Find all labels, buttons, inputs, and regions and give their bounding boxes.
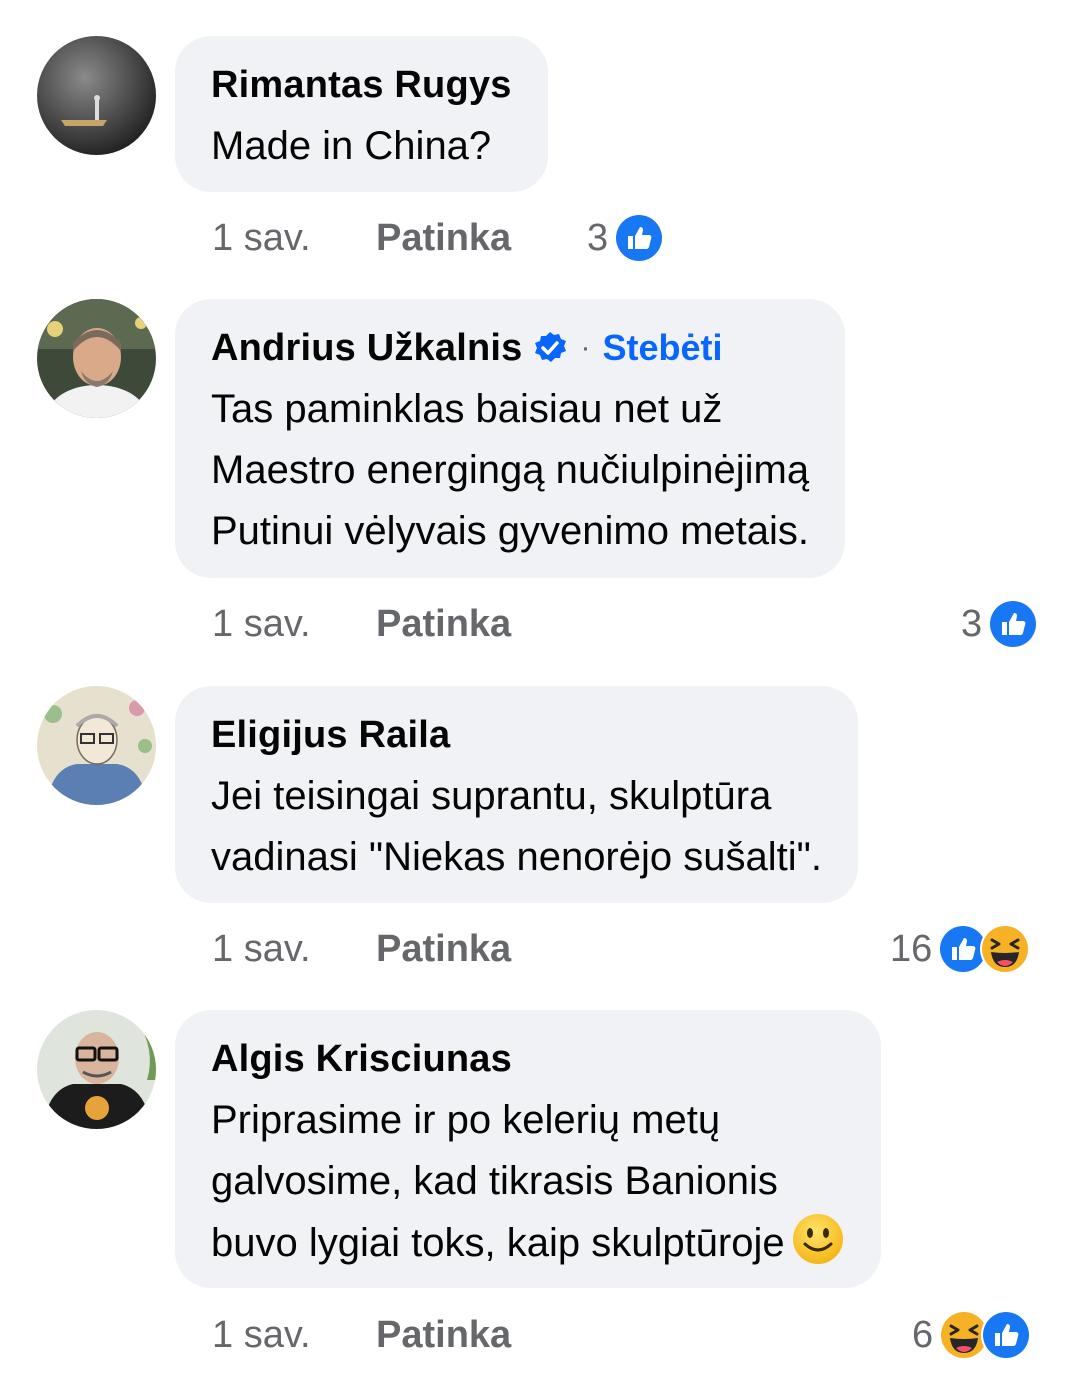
author-name[interactable]: Eligijus Raila [211,714,450,757]
like-button[interactable]: Patinka [376,928,511,971]
comment-text: Made in China? [211,116,512,177]
comment-actions: 1 sav. Patinka [212,919,511,979]
reaction-summary[interactable]: 16 [890,919,1031,979]
reaction-summary[interactable]: 6 [912,1305,1032,1365]
reaction-count: 6 [912,1313,934,1356]
author-name[interactable]: Algis Krisciunas [211,1038,512,1081]
follow-button[interactable]: Stebėti [603,327,723,369]
separator: · [580,331,591,364]
reaction-count: 16 [890,927,933,970]
comment-line: vadinasi "Niekas nenorėjo sušalti". [211,835,822,879]
comment-bubble: Andrius Užkalnis · Stebėti Tas paminklas… [175,299,846,578]
timestamp[interactable]: 1 sav. [212,1314,376,1357]
reaction-count: 3 [961,602,983,645]
comment-actions: 1 sav. Patinka [212,208,511,268]
author-name[interactable]: Andrius Užkalnis [211,327,523,370]
timestamp[interactable]: 1 sav. [212,928,376,971]
comment-text: Priprasime ir po kelerių metų galvosime,… [211,1090,845,1274]
author-name[interactable]: Rimantas Rugys [211,64,512,107]
comment-line: galvosime, kad tikrasis Banionis [211,1159,778,1203]
reaction-summary[interactable]: 3 [587,208,665,268]
comment-line: buvo lygiai toks, kaip skulptūroje [211,1221,785,1265]
smile-emoji [791,1212,845,1266]
reaction-summary[interactable]: 3 [961,594,1039,654]
comment-text: Jei teisingai suprantu, skulptūra vadina… [211,766,822,888]
like-button[interactable]: Patinka [376,603,511,646]
comment-line-with-emoji: buvo lygiai toks, kaip skulptūroje [211,1212,845,1274]
comment-line: Maestro energingą nučiulpinėjimą [211,448,810,492]
reaction-count: 3 [587,216,609,259]
comment-bubble: Algis Krisciunas Priprasime ir po keleri… [175,1010,881,1288]
avatar[interactable] [37,1010,156,1129]
avatar[interactable] [37,299,156,418]
like-button[interactable]: Patinka [376,1314,511,1357]
comment-line: Tas paminklas baisiau net už [211,387,723,431]
like-icon [981,1310,1032,1360]
comment-line: Made in China? [211,124,492,168]
comment-bubble: Rimantas Rugys Made in China? [175,36,548,192]
comment-text: Tas paminklas baisiau net už Maestro ene… [211,379,809,562]
comment-actions: 1 sav. Patinka [212,594,511,654]
like-icon [988,599,1039,649]
avatar[interactable] [37,36,156,155]
comment-actions: 1 sav. Patinka [212,1305,511,1365]
like-icon [614,213,665,263]
comment-bubble: Eligijus Raila Jei teisingai suprantu, s… [175,686,858,903]
timestamp[interactable]: 1 sav. [212,217,376,260]
haha-icon [980,924,1031,974]
avatar[interactable] [37,686,156,805]
timestamp[interactable]: 1 sav. [212,603,376,646]
comment-line: Jei teisingai suprantu, skulptūra [211,774,772,818]
comment-line: Priprasime ir po kelerių metų [211,1098,721,1142]
comment-line: Putinui vėlyvais gyvenimo metais. [211,509,810,553]
like-button[interactable]: Patinka [376,217,511,260]
verified-badge-icon [533,331,567,365]
